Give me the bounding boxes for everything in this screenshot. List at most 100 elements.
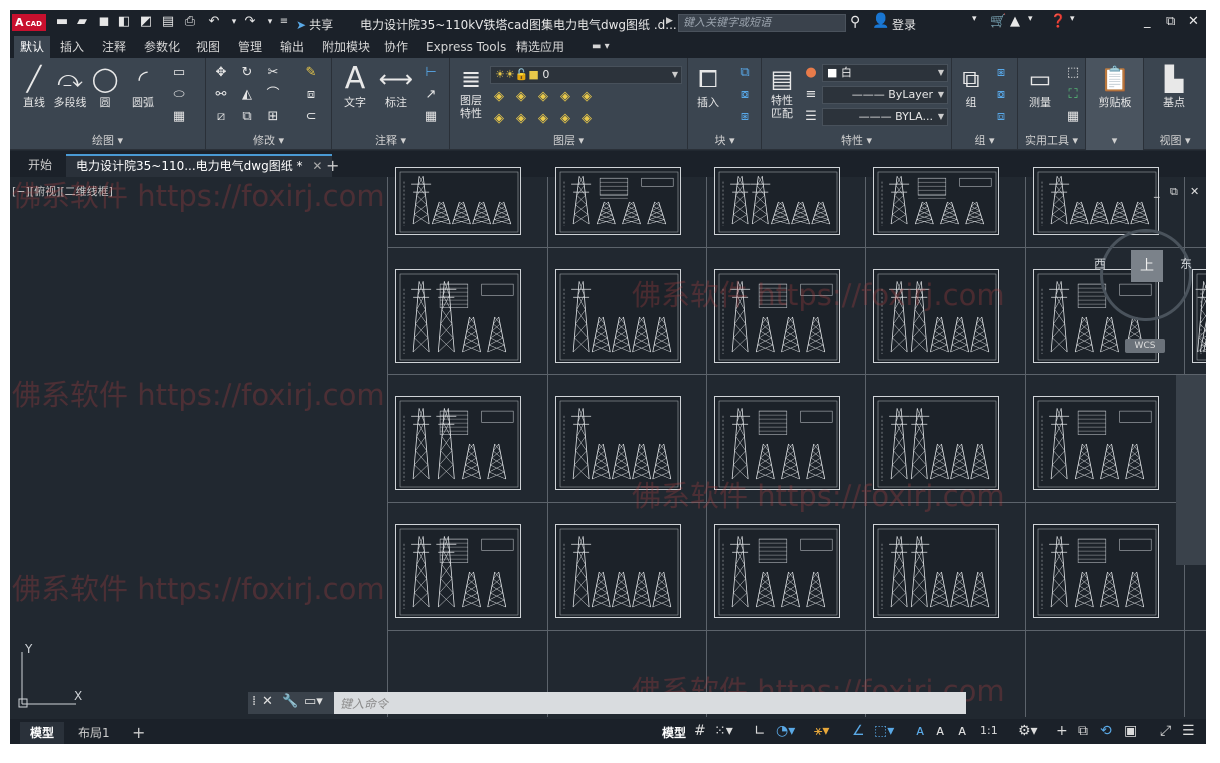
drawing-sheet[interactable] — [395, 167, 521, 235]
units-icon[interactable]: ⧉ — [1078, 723, 1088, 739]
lineweight-dropdown[interactable]: ——— BYLA... ▼ — [822, 108, 948, 126]
help-icon[interactable]: ❓ — [1050, 14, 1066, 29]
linear-dim-icon[interactable]: ⊢ — [422, 64, 440, 82]
app-logo[interactable]: A CAD — [12, 14, 46, 31]
line-button[interactable]: ╱ 直线 — [16, 64, 52, 110]
create-block-icon[interactable]: ⧉ — [736, 64, 754, 82]
arc-button[interactable]: ◜ 圆弧 — [126, 64, 160, 110]
restore-icon[interactable]: ⧉ — [1166, 14, 1175, 29]
quick-properties-icon[interactable]: ⟲ — [1100, 723, 1112, 739]
tab-featured-apps[interactable]: 精选应用 — [510, 36, 570, 58]
offset-icon[interactable]: ⊂ — [302, 108, 320, 126]
drawing-sheet[interactable] — [395, 524, 521, 618]
drawing-sheet[interactable] — [873, 269, 999, 363]
array-icon[interactable]: ⊞ — [264, 108, 282, 126]
drawing-sheet[interactable] — [714, 167, 840, 235]
command-input[interactable]: 键入命令 — [340, 695, 388, 712]
trim-icon[interactable]: ✂ — [264, 64, 282, 82]
close-command-icon[interactable]: ✕ — [262, 694, 273, 709]
drawing-sheet[interactable] — [714, 524, 840, 618]
ortho-icon[interactable]: ∟ — [754, 723, 766, 739]
save-icon[interactable]: ◼ — [96, 14, 112, 30]
panel-draw-title[interactable]: 绘图 ▾ — [10, 132, 205, 150]
drawing-sheet[interactable] — [1192, 269, 1206, 363]
compass-west[interactable]: 西 — [1094, 255, 1106, 272]
layer-tool-icon[interactable]: ◈ — [534, 110, 552, 128]
print-icon[interactable]: ⎙ — [182, 14, 198, 30]
panel-modify-title[interactable]: 修改 ▾ — [206, 132, 331, 150]
autodesk-dropdown-icon[interactable]: ▾ — [1028, 14, 1033, 24]
base-view-button[interactable]: ▙ 基点 — [1152, 64, 1196, 110]
scale-icon[interactable]: ⧉ — [238, 108, 256, 126]
hatch-icon[interactable]: ▦ — [170, 108, 188, 126]
drawing-sheet[interactable] — [555, 396, 681, 490]
linetype-dropdown[interactable]: ——— ByLayer ▼ — [822, 86, 948, 104]
annotation-scale-icon[interactable]: ᴀ — [958, 723, 966, 739]
insert-button[interactable]: ⧠ 插入 — [690, 64, 726, 110]
panel-layers-title[interactable]: 图层 ▾ — [450, 132, 687, 150]
drawing-sheet[interactable] — [873, 167, 999, 235]
panel-groups-title[interactable]: 组 ▾ — [952, 132, 1017, 150]
open-folder-icon[interactable]: ▰ — [74, 14, 90, 30]
recent-commands-icon[interactable]: ▭▾ — [304, 694, 323, 709]
customize-wrench-icon[interactable]: 🔧 — [282, 694, 298, 709]
undo-icon[interactable]: ↶ — [206, 14, 222, 30]
attribute-icon[interactable]: ⧆ — [736, 108, 754, 126]
text-button[interactable]: A 文字 — [338, 64, 372, 110]
layer-tool-icon[interactable]: ◈ — [578, 110, 596, 128]
compass-east[interactable]: 东 — [1180, 255, 1192, 272]
dimension-button[interactable]: ⟷ 标注 — [378, 64, 414, 110]
polyline-button[interactable]: ⤼ 多段线 — [50, 64, 90, 110]
layer-tool-icon[interactable]: ◈ — [490, 88, 508, 106]
drawing-canvas[interactable] — [10, 167, 1206, 717]
drawing-sheet[interactable] — [714, 396, 840, 490]
autodesk-icon[interactable]: ▲ — [1010, 14, 1020, 29]
search-input[interactable]: 键入关键字或短语 — [678, 14, 846, 32]
start-tab[interactable]: 开始 — [18, 154, 62, 177]
drawing-sheet[interactable] — [555, 269, 681, 363]
login-dropdown-icon[interactable]: ▾ — [972, 14, 977, 24]
navigation-bar[interactable] — [1176, 375, 1206, 565]
drawing-sheet[interactable] — [395, 269, 521, 363]
drawing-sheet[interactable] — [395, 396, 521, 490]
isometric-icon[interactable]: ⚹▾ — [814, 723, 829, 739]
tab-output[interactable]: 输出 — [274, 36, 310, 58]
group-button[interactable]: ⧉ 组 — [956, 64, 986, 110]
plot-preview-icon[interactable]: ▤ — [160, 14, 176, 30]
panel-block-title[interactable]: 块 ▾ — [688, 132, 761, 150]
isolate-objects-icon[interactable]: ▣ — [1124, 723, 1137, 739]
publish-icon[interactable]: ◩ — [138, 14, 154, 30]
close-icon[interactable]: ✕ — [1188, 14, 1199, 29]
add-layout-icon[interactable]: + — [122, 722, 155, 744]
tab-express-tools[interactable]: Express Tools — [420, 36, 512, 58]
panel-view-title[interactable]: 视图 ▾ — [1144, 132, 1206, 150]
explode-icon[interactable]: ⧈ — [302, 86, 320, 104]
polar-tracking-icon[interactable]: ◔▾ — [776, 723, 795, 739]
leader-icon[interactable]: ↗ — [422, 86, 440, 104]
viewcube-top-face[interactable]: 上 — [1131, 250, 1163, 282]
drawing-sheet[interactable] — [555, 524, 681, 618]
grip-icon[interactable]: ⁞ — [252, 694, 256, 709]
new-tab-icon[interactable]: + — [316, 154, 349, 177]
color-wheel-icon[interactable]: ● — [802, 64, 820, 82]
panel-clipboard-title[interactable]: ▾ — [1086, 132, 1143, 150]
drawing-sheet[interactable] — [873, 524, 999, 618]
layer-tool-icon[interactable]: ◈ — [556, 110, 574, 128]
layer-tool-icon[interactable]: ◈ — [578, 88, 596, 106]
move-icon[interactable]: ✥ — [212, 64, 230, 82]
viewport-restore-icon[interactable]: ⧉ — [1170, 185, 1178, 199]
tab-parametric[interactable]: 参数化 — [138, 36, 186, 58]
calculator-icon[interactable]: ▦ — [1064, 108, 1082, 126]
customize-status-icon[interactable]: ☰ — [1182, 723, 1195, 739]
fillet-icon[interactable]: ⌒ — [264, 86, 282, 104]
snap-icon[interactable]: ⁙▾ — [714, 723, 733, 739]
select-all-icon[interactable]: ⬚ — [1064, 64, 1082, 82]
share-button[interactable]: ➤ 共享 — [296, 16, 333, 33]
workspace-gear-icon[interactable]: ⚙▾ — [1018, 723, 1038, 739]
tab-insert[interactable]: 插入 — [54, 36, 90, 58]
annotation-monitor-icon[interactable]: + — [1056, 723, 1068, 739]
ellipse-icon[interactable]: ⬭ — [170, 86, 188, 104]
viewport-close-icon[interactable]: ✕ — [1190, 185, 1199, 198]
circle-button[interactable]: ◯ 圆 — [90, 64, 120, 110]
paste-button[interactable]: 📋 剪贴板 — [1090, 64, 1140, 110]
